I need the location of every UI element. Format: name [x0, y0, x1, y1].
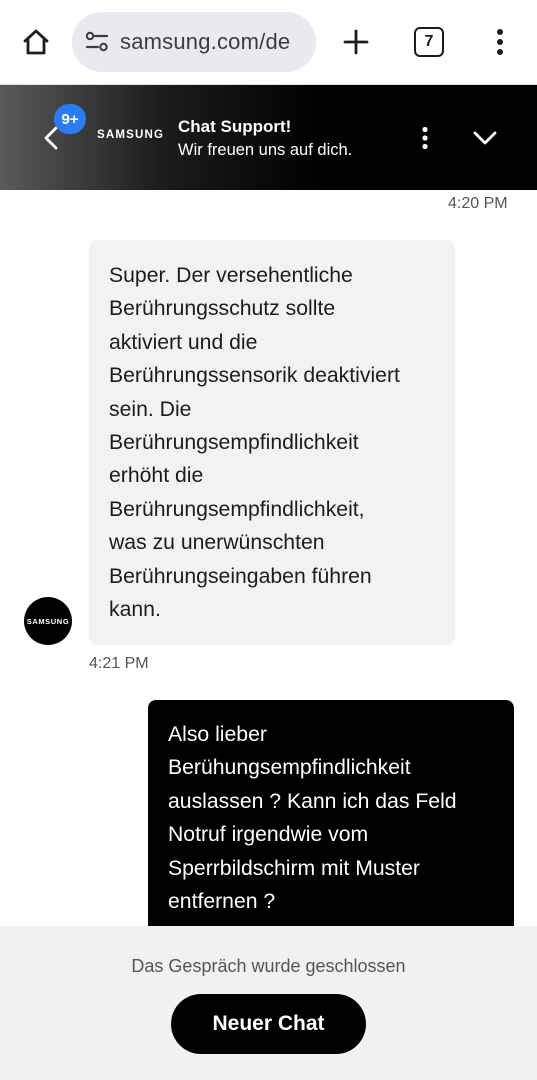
- message-line: Super. Der versehentliche: [109, 264, 353, 287]
- message-line: Notruf irgendwie vom: [168, 823, 369, 847]
- message-line: auslassen ? Kann ich das Feld: [168, 789, 457, 813]
- message-line: erhöht die: [109, 464, 204, 488]
- message-line: Berührungsempfindlichkeit,: [109, 497, 365, 521]
- message-line: Berührungseingaben führen: [109, 564, 372, 588]
- agent-message-bubble: Super. Der versehentliche Berührungsschu…: [89, 240, 455, 645]
- message-line: aktiviert und die: [109, 330, 258, 354]
- message-line: entfernen ?: [168, 890, 276, 914]
- chat-header: SAMSUNG Chat Support! Wir freuen uns auf…: [0, 85, 537, 190]
- agent-avatar: SAMSUNG: [24, 597, 72, 645]
- address-bar[interactable]: samsung.com/de: [72, 12, 316, 72]
- browser-toolbar: samsung.com/de 7: [0, 0, 537, 85]
- url-text: samsung.com/de: [120, 29, 291, 54]
- conversation-closed-text: Das Gespräch wurde geschlossen: [131, 956, 406, 976]
- tab-count: 7: [424, 33, 434, 50]
- tab-switcher-icon[interactable]: 7: [414, 27, 444, 57]
- samsung-logo: SAMSUNG: [97, 129, 165, 141]
- message-line: Berührungsempfindlichkeit: [109, 431, 359, 455]
- user-message-bubble: Also lieber Berühungsempfindlichkeit aus…: [148, 700, 514, 940]
- message-line: sein. Die: [109, 397, 192, 421]
- chat-title: Chat Support!: [178, 117, 292, 136]
- new-chat-button[interactable]: Neuer Chat: [171, 994, 366, 1054]
- message-line: kann.: [109, 598, 161, 622]
- message-line: Sperrbildschirm mit Muster: [168, 856, 420, 880]
- message-line: Berührungssensorik deaktiviert: [109, 364, 400, 388]
- message-timestamp: 4:21 PM: [89, 655, 149, 672]
- home-icon[interactable]: [16, 24, 56, 60]
- more-vert-icon[interactable]: [486, 24, 514, 60]
- chat-subtitle: Wir freuen uns auf dich.: [178, 141, 353, 159]
- chevron-down-icon[interactable]: [468, 123, 502, 153]
- message-line: Berühungsempfindlichkeit: [168, 756, 411, 780]
- site-settings-icon[interactable]: [84, 29, 110, 55]
- unread-badge: 9+: [54, 104, 86, 134]
- chat-more-icon[interactable]: [412, 121, 438, 155]
- message-line: Berührungsschutz sollte: [109, 297, 336, 321]
- new-tab-plus-icon[interactable]: [338, 24, 374, 60]
- message-line: Also lieber: [168, 723, 267, 746]
- message-timestamp: 4:20 PM: [448, 195, 508, 212]
- chat-closed-footer: Das Gespräch wurde geschlossen Neuer Cha…: [0, 926, 537, 1080]
- message-line: was zu unerwünschten: [109, 531, 325, 555]
